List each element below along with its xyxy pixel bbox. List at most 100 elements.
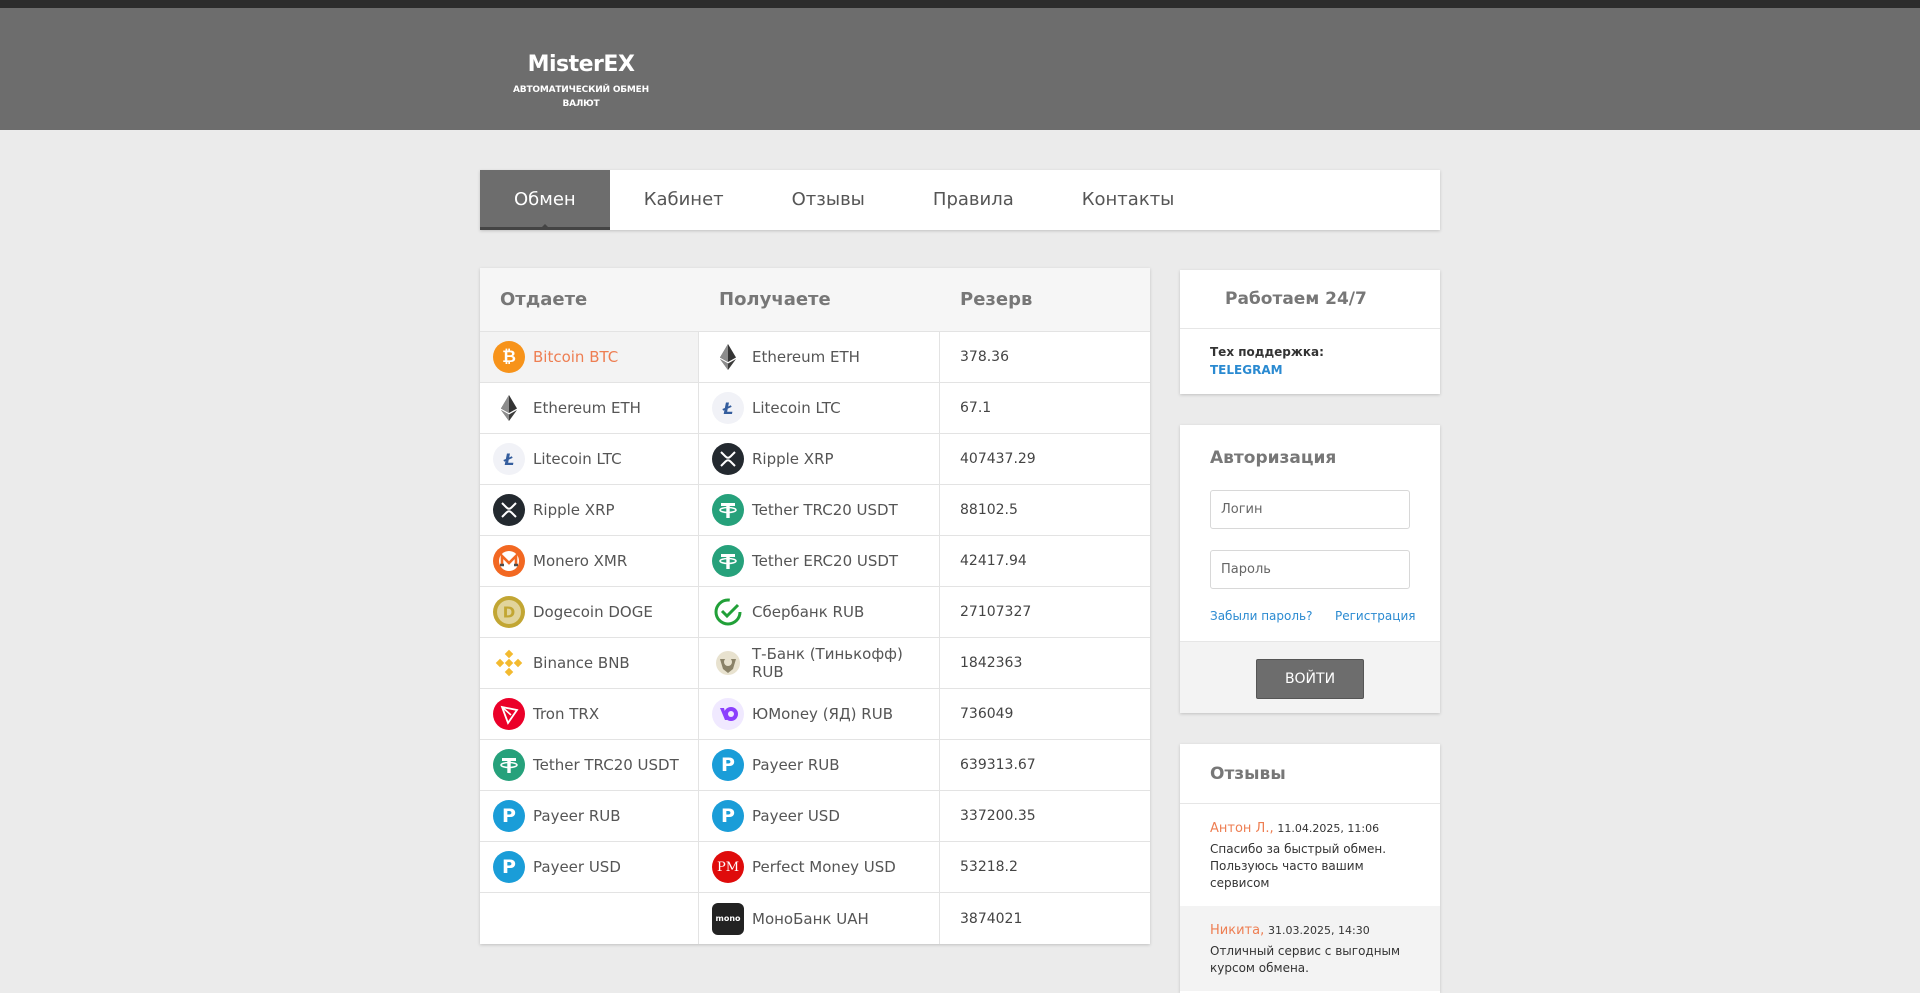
sber-icon — [712, 596, 744, 628]
exchange-body: ₿ Bitcoin BTC Ethereum ETH Ł Litecoin LTC Rip… — [480, 332, 1150, 944]
receive-currency-row[interactable]: ЮMoney (ЯД) RUB — [699, 689, 939, 740]
review-item: Никита, 31.03.2025, 14:30 Отличный серви… — [1180, 906, 1440, 991]
work-panel: Работаем 24/7 Тех поддержка: TELEGRAM — [1180, 270, 1440, 394]
ltc-icon: Ł — [712, 392, 744, 424]
support-label: Тех поддержка: — [1210, 345, 1324, 359]
reserve-value: 27107327 — [940, 587, 1150, 638]
currency-label: МоноБанк UAH — [752, 909, 869, 928]
currency-label: Payeer USD — [533, 858, 621, 876]
give-currency-row[interactable]: P Payeer RUB — [480, 791, 698, 842]
receive-currency-row[interactable]: mono МоноБанк UAH — [699, 893, 939, 944]
reserve-value: 337200.35 — [940, 791, 1150, 842]
payeer-icon: P — [493, 851, 525, 883]
login-input[interactable] — [1210, 490, 1410, 529]
reserve-value: 639313.67 — [940, 740, 1150, 791]
receive-currency-row[interactable]: Т-Банк (Тинькофф) RUB — [699, 638, 939, 689]
yoomoney-icon — [712, 698, 744, 730]
main-nav: Обмен Кабинет Отзывы Правила Контакты — [480, 170, 1440, 230]
receive-currency-row[interactable]: Ripple XRP — [699, 434, 939, 485]
auth-footer: ВОЙТИ — [1180, 641, 1440, 713]
give-column: ₿ Bitcoin BTC Ethereum ETH Ł Litecoin LTC Rip… — [480, 332, 699, 944]
reserve-value: 88102.5 — [940, 485, 1150, 536]
currency-label: Ripple XRP — [533, 501, 615, 519]
give-currency-row[interactable]: Tether TRC20 USDT — [480, 740, 698, 791]
currency-label: Сбербанк RUB — [752, 603, 865, 621]
doge-icon: D — [493, 596, 525, 628]
eth-icon — [712, 341, 744, 373]
give-currency-row[interactable]: Ł Litecoin LTC — [480, 434, 698, 485]
telegram-link[interactable]: TELEGRAM — [1210, 363, 1283, 377]
receive-currency-row[interactable]: Сбербанк RUB — [699, 587, 939, 638]
currency-label: Payeer RUB — [752, 756, 840, 774]
currency-label: Payeer USD — [752, 807, 840, 825]
payeer-icon: P — [712, 749, 744, 781]
exchange-header: Отдаете Получаете Резерв — [480, 268, 1150, 332]
currency-label: Ethereum ETH — [533, 399, 641, 417]
give-currency-row[interactable]: Ethereum ETH — [480, 383, 698, 434]
site-header: MisterEX АВТОМАТИЧЕСКИЙ ОБМЕН ВАЛЮТ — [0, 8, 1920, 130]
give-currency-row[interactable]: ₿ Bitcoin BTC — [480, 332, 698, 383]
reserve-value: 53218.2 — [940, 842, 1150, 893]
header-receive: Получаете — [719, 289, 831, 310]
currency-label: Payeer RUB — [533, 807, 621, 825]
xmr-icon — [493, 545, 525, 577]
receive-currency-row[interactable]: Tether TRC20 USDT — [699, 485, 939, 536]
currency-label: Litecoin LTC — [533, 450, 622, 468]
give-currency-row[interactable]: P Payeer USD — [480, 842, 698, 893]
give-currency-row[interactable]: Monero XMR — [480, 536, 698, 587]
logo[interactable]: MisterEX АВТОМАТИЧЕСКИЙ ОБМЕН ВАЛЮТ — [502, 52, 660, 111]
review-author: Антон Л., — [1210, 821, 1274, 836]
receive-currency-row[interactable]: P Payeer RUB — [699, 740, 939, 791]
auth-panel: Авторизация Забыли пароль? Регистрация В… — [1180, 425, 1440, 713]
pm-icon: PM — [712, 851, 744, 883]
review-date: 31.03.2025, 14:30 — [1268, 924, 1370, 937]
empty-cell — [480, 893, 698, 944]
payeer-icon: P — [493, 800, 525, 832]
xrp-icon — [712, 443, 744, 475]
reviews-title: Отзывы — [1180, 744, 1440, 804]
give-currency-row[interactable]: D Dogecoin DOGE — [480, 587, 698, 638]
currency-label: Litecoin LTC — [752, 399, 841, 417]
password-input[interactable] — [1210, 550, 1410, 589]
currency-label: Dogecoin DOGE — [533, 603, 653, 621]
reserve-value: 1842363 — [940, 638, 1150, 689]
currency-label: ЮMoney (ЯД) RUB — [752, 705, 893, 723]
nav-rules[interactable]: Правила — [899, 170, 1048, 230]
nav-cabinet[interactable]: Кабинет — [610, 170, 758, 230]
mono-icon: mono — [712, 902, 744, 935]
receive-currency-row[interactable]: Ethereum ETH — [699, 332, 939, 383]
currency-label: Ripple XRP — [752, 450, 834, 468]
nav-exchange[interactable]: Обмен — [480, 170, 610, 230]
currency-label: Tron TRX — [533, 705, 600, 723]
give-currency-row[interactable]: Tron TRX — [480, 689, 698, 740]
header-give: Отдаете — [500, 289, 588, 310]
give-currency-row[interactable]: Binance BNB — [480, 638, 698, 689]
currency-label: Perfect Money USD — [752, 858, 896, 876]
currency-label: Tether TRC20 USDT — [533, 756, 679, 774]
reserve-value: 407437.29 — [940, 434, 1150, 485]
eth-icon — [493, 392, 525, 424]
currency-label: Tether TRC20 USDT — [752, 501, 898, 519]
receive-currency-row[interactable]: Tether ERC20 USDT — [699, 536, 939, 587]
top-strip — [0, 0, 1920, 8]
nav-contacts[interactable]: Контакты — [1048, 170, 1209, 230]
give-currency-row[interactable]: Ripple XRP — [480, 485, 698, 536]
receive-currency-row[interactable]: P Payeer USD — [699, 791, 939, 842]
review-item: Антон Л., 11.04.2025, 11:06 Спасибо за б… — [1180, 804, 1440, 906]
payeer-icon: P — [712, 800, 744, 832]
reserve-value: 378.36 — [940, 332, 1150, 383]
login-button[interactable]: ВОЙТИ — [1256, 659, 1364, 699]
review-date: 11.04.2025, 11:06 — [1277, 822, 1380, 835]
svg-text:D: D — [503, 604, 515, 622]
receive-currency-row[interactable]: Ł Litecoin LTC — [699, 383, 939, 434]
register-link[interactable]: Регистрация — [1335, 609, 1415, 623]
currency-label: Bitcoin BTC — [533, 348, 619, 366]
exchange-table: Отдаете Получаете Резерв ₿ Bitcoin BTC Eth… — [480, 268, 1150, 944]
forgot-password-link[interactable]: Забыли пароль? — [1210, 609, 1312, 623]
receive-currency-row[interactable]: PM Perfect Money USD — [699, 842, 939, 893]
review-author: Никита, — [1210, 923, 1265, 938]
reserve-value: 42417.94 — [940, 536, 1150, 587]
nav-reviews[interactable]: Отзывы — [758, 170, 899, 230]
btc-icon: ₿ — [493, 341, 525, 373]
reserve-value: 3874021 — [960, 910, 1023, 927]
